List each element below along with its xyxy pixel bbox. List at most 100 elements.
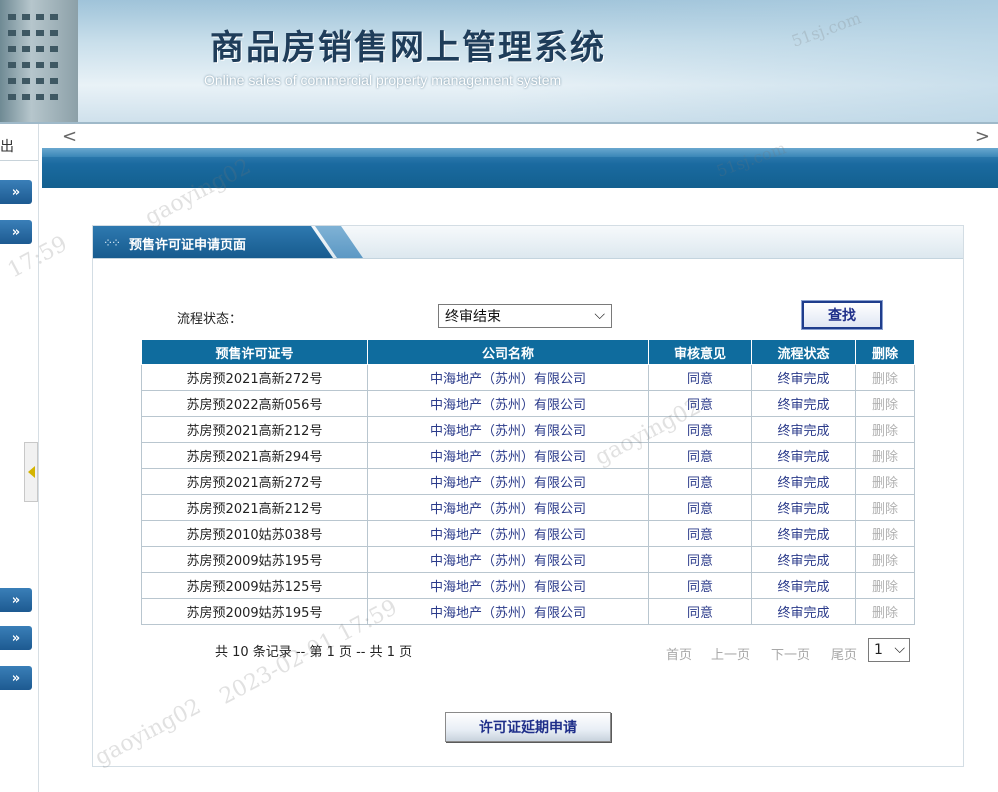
table-header-row: 预售许可证号 公司名称 审核意见 流程状态 删除 xyxy=(141,339,915,365)
expand-icon[interactable]: » xyxy=(0,666,32,690)
records-summary: 共 10 条记录 -- 第 1 页 -- 共 1 页 xyxy=(215,645,413,660)
company-cell: 中海地产（苏州）有限公司 xyxy=(367,468,649,495)
permit-panel: ⁘⁘ 预售许可证申请页面 流程状态： 终审结束 ⌵ 查找 预售许可证号 公司名称… xyxy=(92,225,964,767)
company-cell: 中海地产（苏州）有限公司 xyxy=(367,390,649,417)
chevron-down-icon: ⌵ xyxy=(894,641,905,657)
opinion-cell: 同意 xyxy=(648,442,752,469)
permit-cell: 苏房预2021高新212号 xyxy=(141,416,368,443)
dots-icon: ⁘⁘ xyxy=(103,236,121,250)
status-cell: 终审完成 xyxy=(751,416,856,443)
table-row: 苏房预2021高新272号 中海地产（苏州）有限公司 同意 终审完成 删除 xyxy=(141,468,915,495)
scroll-left-icon[interactable]: < xyxy=(62,126,77,147)
page-select-value: 1 xyxy=(874,642,883,658)
company-cell: 中海地产（苏州）有限公司 xyxy=(367,364,649,391)
permit-cell: 苏房预2009姑苏195号 xyxy=(141,598,368,625)
company-cell: 中海地产（苏州）有限公司 xyxy=(367,520,649,547)
panel-header: ⁘⁘ 预售许可证申请页面 xyxy=(93,226,963,259)
delete-link[interactable]: 删除 xyxy=(855,390,915,417)
panel-title: 预售许可证申请页面 xyxy=(129,238,247,253)
delete-link[interactable]: 删除 xyxy=(855,364,915,391)
company-cell: 中海地产（苏州）有限公司 xyxy=(367,572,649,599)
app-subtitle: Online sales of commercial property mana… xyxy=(204,72,562,88)
opinion-cell: 同意 xyxy=(648,598,752,625)
status-cell: 终审完成 xyxy=(751,546,856,573)
opinion-cell: 同意 xyxy=(648,390,752,417)
permit-cell: 苏房预2022高新056号 xyxy=(141,390,368,417)
status-cell: 终审完成 xyxy=(751,598,856,625)
opinion-cell: 同意 xyxy=(648,468,752,495)
col-header-company: 公司名称 xyxy=(367,339,649,365)
delete-link[interactable]: 删除 xyxy=(855,416,915,443)
sidebar-collapse-handle[interactable] xyxy=(24,442,38,502)
chevron-down-icon: ⌵ xyxy=(594,307,605,323)
opinion-cell: 同意 xyxy=(648,494,752,521)
permit-table: 预售许可证号 公司名称 审核意见 流程状态 删除 苏房预2021高新272号 中海… xyxy=(141,339,915,625)
table-row: 苏房预2021高新294号 中海地产（苏州）有限公司 同意 终审完成 删除 xyxy=(141,442,915,469)
table-row: 苏房预2021高新212号 中海地产（苏州）有限公司 同意 终审完成 删除 xyxy=(141,416,915,443)
opinion-cell: 同意 xyxy=(648,364,752,391)
delete-link[interactable]: 删除 xyxy=(855,494,915,521)
table-row: 苏房预2021高新272号 中海地产（苏州）有限公司 同意 终审完成 删除 xyxy=(141,364,915,391)
last-page-link[interactable]: 尾页 xyxy=(831,644,857,663)
scroll-right-icon[interactable]: > xyxy=(975,126,990,147)
company-cell: 中海地产（苏州）有限公司 xyxy=(367,442,649,469)
col-header-delete: 删除 xyxy=(855,339,915,365)
opinion-cell: 同意 xyxy=(648,520,752,547)
building-image xyxy=(0,0,78,122)
status-cell: 终审完成 xyxy=(751,364,856,391)
permit-cell: 苏房预2010姑苏038号 xyxy=(141,520,368,547)
status-select-value: 终审结束 xyxy=(445,309,501,325)
page-select[interactable]: 1 ⌵ xyxy=(868,638,910,662)
opinion-cell: 同意 xyxy=(648,572,752,599)
extend-permit-button[interactable]: 许可证延期申请 xyxy=(445,712,611,742)
permit-cell: 苏房预2009姑苏195号 xyxy=(141,546,368,573)
expand-icon[interactable]: » xyxy=(0,220,32,244)
filter-label: 流程状态： xyxy=(177,312,243,327)
exit-link[interactable]: 出 xyxy=(0,136,14,156)
permit-cell: 苏房预2021高新272号 xyxy=(141,364,368,391)
opinion-cell: 同意 xyxy=(648,416,752,443)
table-row: 苏房预2021高新212号 中海地产（苏州）有限公司 同意 终审完成 删除 xyxy=(141,494,915,521)
status-cell: 终审完成 xyxy=(751,494,856,521)
opinion-cell: 同意 xyxy=(648,546,752,573)
permit-cell: 苏房预2021高新294号 xyxy=(141,442,368,469)
sidebar-divider xyxy=(0,160,38,161)
next-page-link[interactable]: 下一页 xyxy=(771,644,810,663)
expand-icon[interactable]: » xyxy=(0,180,32,204)
status-cell: 终审完成 xyxy=(751,572,856,599)
status-select[interactable]: 终审结束 ⌵ xyxy=(438,304,612,328)
table-row: 苏房预2010姑苏038号 中海地产（苏州）有限公司 同意 终审完成 删除 xyxy=(141,520,915,547)
delete-link[interactable]: 删除 xyxy=(855,598,915,625)
expand-icon[interactable]: » xyxy=(0,626,32,650)
status-cell: 终审完成 xyxy=(751,520,856,547)
permit-cell: 苏房预2021高新272号 xyxy=(141,468,368,495)
status-cell: 终审完成 xyxy=(751,442,856,469)
delete-link[interactable]: 删除 xyxy=(855,442,915,469)
status-cell: 终审完成 xyxy=(751,390,856,417)
expand-icon[interactable]: » xyxy=(0,588,32,612)
col-header-status: 流程状态 xyxy=(751,339,856,365)
col-header-permit: 预售许可证号 xyxy=(141,339,368,365)
company-cell: 中海地产（苏州）有限公司 xyxy=(367,598,649,625)
table-row: 苏房预2009姑苏125号 中海地产（苏州）有限公司 同意 终审完成 删除 xyxy=(141,572,915,599)
table-row: 苏房预2009姑苏195号 中海地产（苏州）有限公司 同意 终审完成 删除 xyxy=(141,598,915,625)
permit-cell: 苏房预2021高新212号 xyxy=(141,494,368,521)
first-page-link[interactable]: 首页 xyxy=(666,644,692,663)
search-button[interactable]: 查找 xyxy=(801,300,883,330)
col-header-opinion: 审核意见 xyxy=(648,339,752,365)
status-cell: 终审完成 xyxy=(751,468,856,495)
delete-link[interactable]: 删除 xyxy=(855,468,915,495)
table-row: 苏房预2009姑苏195号 中海地产（苏州）有限公司 同意 终审完成 删除 xyxy=(141,546,915,573)
delete-link[interactable]: 删除 xyxy=(855,520,915,547)
panel-tab: ⁘⁘ 预售许可证申请页面 xyxy=(93,226,333,258)
left-sidebar: 出 » » » » » xyxy=(0,124,39,792)
delete-link[interactable]: 删除 xyxy=(855,572,915,599)
nav-bar xyxy=(42,148,998,188)
table-row: 苏房预2022高新056号 中海地产（苏州）有限公司 同意 终审完成 删除 xyxy=(141,390,915,417)
horizontal-scrollbar[interactable]: < > xyxy=(42,124,998,149)
company-cell: 中海地产（苏州）有限公司 xyxy=(367,546,649,573)
delete-link[interactable]: 删除 xyxy=(855,546,915,573)
company-cell: 中海地产（苏州）有限公司 xyxy=(367,494,649,521)
app-title: 商品房销售网上管理系统 xyxy=(210,28,606,68)
prev-page-link[interactable]: 上一页 xyxy=(711,644,750,663)
